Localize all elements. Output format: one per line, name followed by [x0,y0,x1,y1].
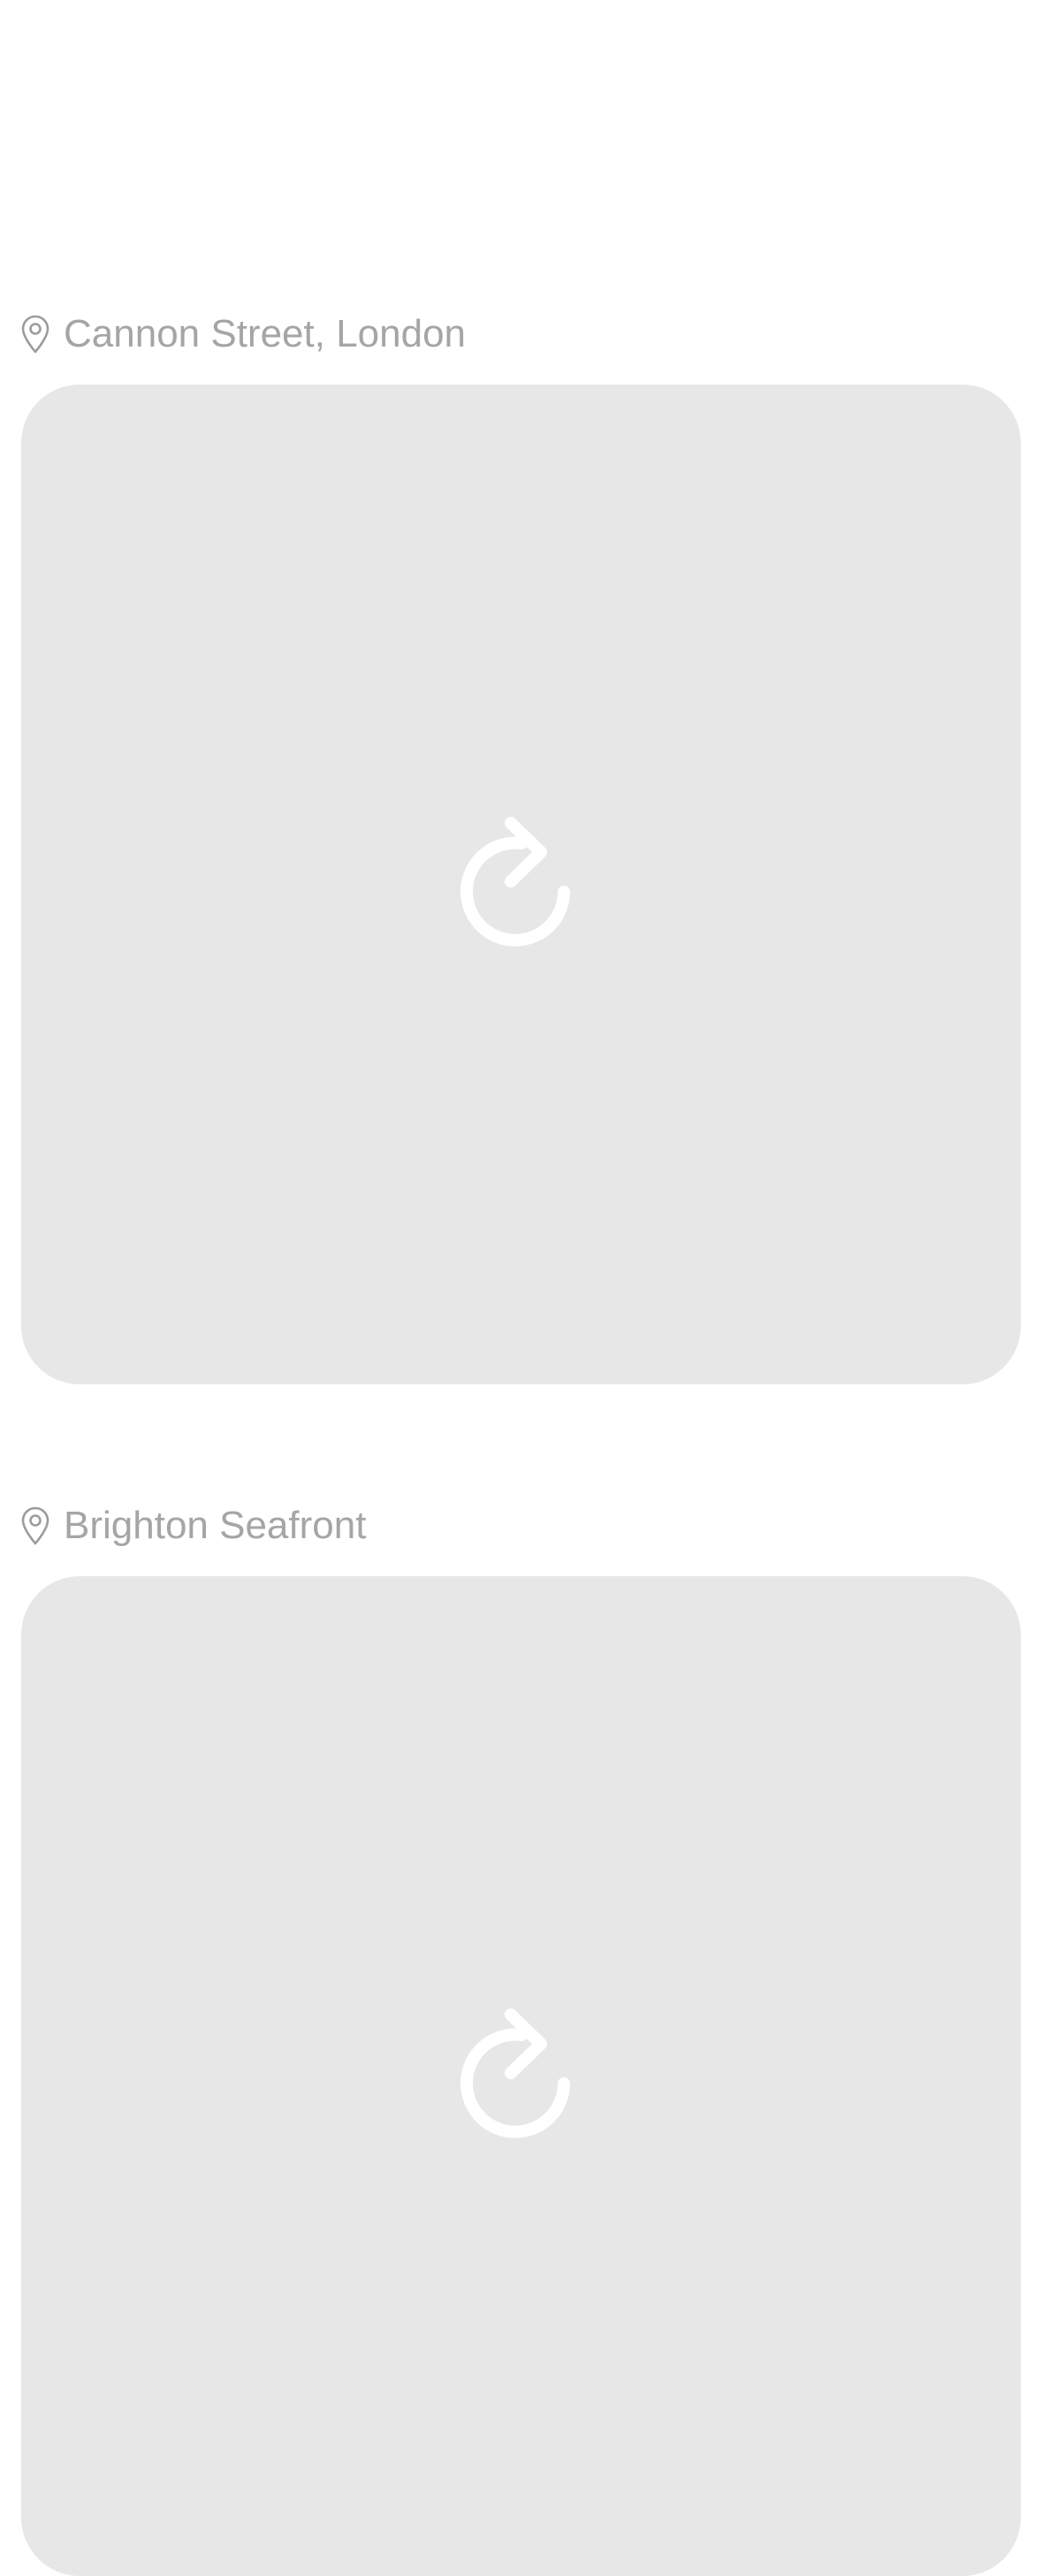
reload-icon[interactable] [460,2006,583,2147]
image-placeholder[interactable] [21,385,1021,1384]
map-pin-icon [21,1506,49,1545]
map-pin-icon [21,315,49,354]
reload-icon[interactable] [460,814,583,956]
image-placeholder[interactable] [21,1576,1021,2576]
post-location-row: Brighton Seafront [19,1499,366,1552]
location-label[interactable]: Cannon Street, London [64,308,466,361]
location-label[interactable]: Brighton Seafront [64,1499,366,1552]
post-location-row: Cannon Street, London [19,308,466,361]
